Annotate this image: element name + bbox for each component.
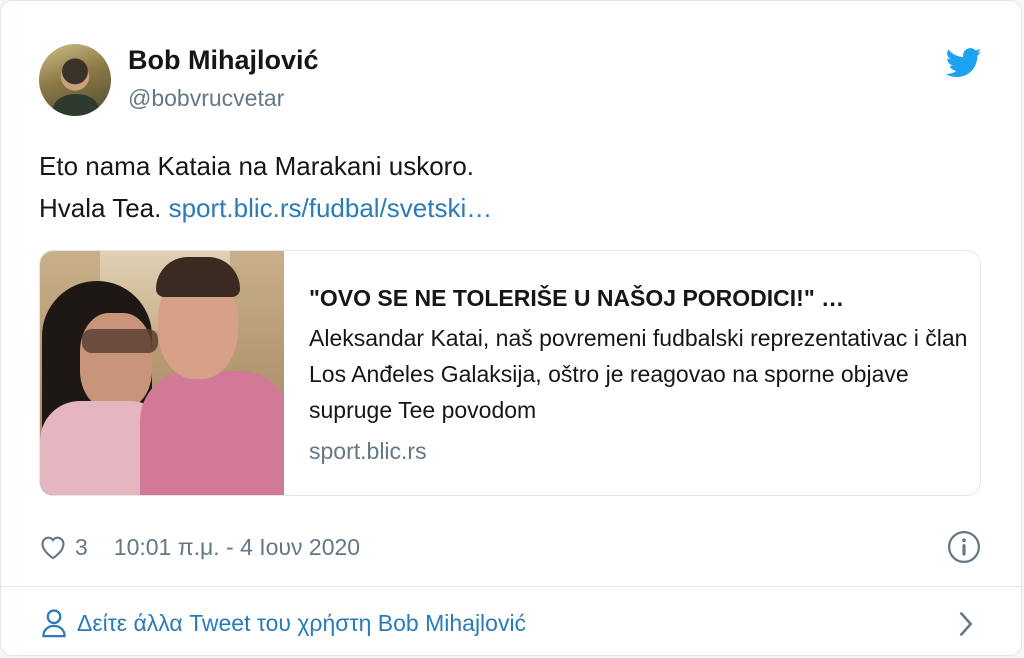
like-count[interactable]: 3	[75, 534, 88, 561]
image-figure	[140, 371, 284, 495]
author-handle[interactable]: @bobvrucvetar	[128, 85, 284, 112]
embedded-tweet-card: Bob Mihajlović @bobvrucvetar Eto nama Ka…	[0, 0, 1023, 656]
info-icon[interactable]	[947, 530, 981, 564]
person-icon	[42, 609, 66, 638]
tweet-text: Eto nama Kataia na Marakani uskoro. Hval…	[39, 145, 492, 229]
avatar[interactable]	[39, 44, 111, 116]
image-figure	[156, 257, 240, 297]
tweet-link[interactable]: sport.blic.rs/fudbal/svetski…	[169, 193, 493, 223]
chevron-right-icon[interactable]	[955, 610, 977, 638]
tweet-timestamp[interactable]: 10:01 π.μ. - 4 Ιουν 2020	[114, 534, 360, 561]
link-preview-domain: sport.blic.rs	[309, 438, 427, 464]
tweet-text-line: Eto nama Kataia na Marakani uskoro.	[39, 151, 475, 181]
tweet-meta: 3 10:01 π.μ. - 4 Ιουν 2020	[39, 531, 360, 563]
tweet-text-fragment: Hvala Tea.	[39, 193, 169, 223]
more-tweets-link[interactable]: Δείτε άλλα Tweet του χρήστη Bob Mihajlov…	[41, 603, 526, 643]
link-preview-title[interactable]: "OVO SE NE TOLERIŠE U NAŠOJ PORODICI!" …	[309, 285, 844, 312]
tweet-text-line: Hvala Tea. sport.blic.rs/fudbal/svetski…	[39, 187, 492, 229]
twitter-bird-icon[interactable]	[946, 48, 982, 78]
more-tweets-label[interactable]: Δείτε άλλα Tweet του χρήστη Bob Mihajlov…	[77, 610, 526, 637]
link-preview-card[interactable]: "OVO SE NE TOLERIŠE U NAŠOJ PORODICI!" ……	[39, 250, 981, 496]
link-preview-image[interactable]	[40, 251, 284, 495]
heart-icon[interactable]	[39, 534, 67, 560]
image-figure	[80, 313, 152, 409]
avatar-photo-detail	[53, 94, 99, 116]
image-figure	[82, 329, 158, 353]
author-display-name[interactable]: Bob Mihajlović	[128, 45, 319, 76]
link-preview-description: Aleksandar Katai, naš povremeni fudbalsk…	[309, 325, 968, 423]
divider	[1, 586, 1023, 587]
